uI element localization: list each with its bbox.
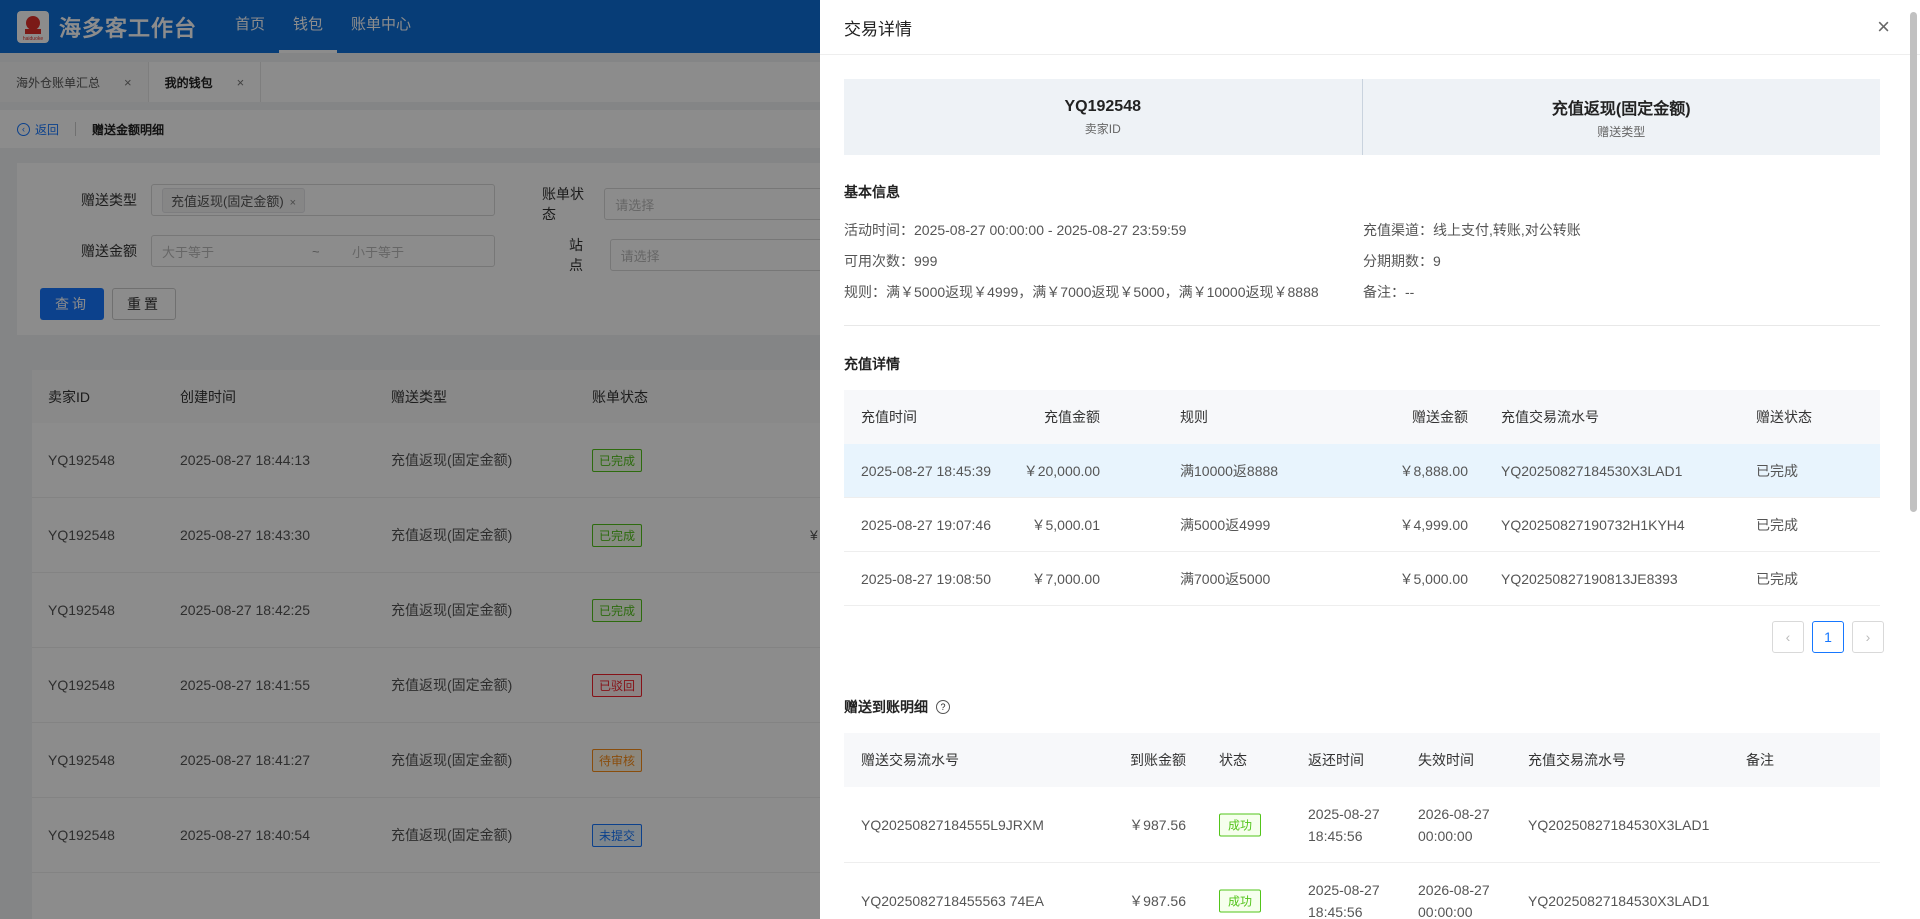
arrival-table-header: 赠送交易流水号 到账金额 状态 返还时间 失效时间 充值交易流水号 备注: [844, 733, 1880, 787]
arrival-amount-cell: ￥987.56: [1129, 816, 1186, 833]
col-remark: 备注: [1746, 752, 1774, 768]
app-root: haiduoke 海多客工作台 首页 钱包 账单中心 海外仓账单汇总 × 我的钱…: [0, 0, 1920, 919]
gift-amount-cell: ￥8,888.00: [1399, 462, 1469, 479]
gift-type-value: 充值返现(固定金额): [1551, 100, 1691, 118]
recharge-row[interactable]: 2025-08-27 18:45:39 ￥20,000.00 满10000返8888…: [844, 444, 1880, 498]
gift-amount-cell: ￥5,000.00: [1399, 570, 1469, 587]
col-recharge-txn: 充值交易流水号: [1501, 409, 1599, 425]
drawer-scrollbar[interactable]: [1910, 12, 1917, 512]
recharge-row[interactable]: 2025-08-27 19:08:50 ￥7,000.00 满7000返5000 ￥5…: [844, 552, 1880, 606]
summary-gift-type: 充值返现(固定金额) 赠送类型: [1361, 79, 1881, 155]
gift-status-cell: 已完成: [1756, 516, 1798, 533]
recharge-amount-cell: ￥7,000.00: [1031, 570, 1101, 587]
col-rule: 规则: [1180, 409, 1208, 425]
arrival-row[interactable]: YQ2025082718455563 74EA ￥987.56 成功 2025-08-…: [844, 863, 1880, 919]
rule-cell: 满5000返4999: [1180, 516, 1271, 533]
gift-type-label: 赠送类型: [1597, 124, 1646, 139]
recharge-txn-cell: YQ20250827190732H1KYH4: [1501, 516, 1685, 533]
col-gift-status: 赠送状态: [1756, 409, 1812, 425]
gift-amount-cell: ￥4,999.00: [1399, 516, 1469, 533]
recharge-detail-title: 充值详情: [844, 356, 900, 372]
summary-seller: YQ192548 卖家ID: [844, 79, 1362, 155]
col-recharge-time: 充值时间: [861, 409, 917, 425]
recharge-txn-cell: YQ20250827190813JE8393: [1501, 570, 1678, 587]
section-divider: [844, 325, 1880, 326]
col-source-txn: 充值交易流水号: [1528, 752, 1626, 768]
source-txn-cell: YQ20250827184530X3LAD1: [1528, 816, 1710, 833]
summary-panel: YQ192548 卖家ID 充值返现(固定金额) 赠送类型: [844, 79, 1880, 155]
col-return-time: 返还时间: [1308, 752, 1364, 768]
rules: 规则：满￥5000返现￥4999，满￥7000返现￥5000，满￥10000返现…: [844, 284, 1319, 300]
basic-info-title: 基本信息: [844, 184, 900, 200]
drawer-title: 交易详情: [844, 19, 912, 39]
pagination: ‹ 1 ›: [1764, 621, 1884, 653]
return-time-cell: 2025-08-27 18:45:56: [1308, 881, 1380, 919]
activity-period: 活动时间：2025-08-27 00:00:00 - 2025-08-27 23…: [844, 222, 1187, 238]
return-time-cell: 2025-08-27 18:45:56: [1308, 805, 1380, 844]
gift-arrival-title: 赠送到账明细 ?: [844, 697, 950, 717]
expire-time-cell: 2026-08-27 00:00:00: [1418, 881, 1490, 919]
drawer-header: 交易详情 ×: [820, 0, 1920, 55]
recharge-table-body: 2025-08-27 18:45:39 ￥20,000.00 满10000返8888…: [844, 444, 1880, 606]
recharge-row[interactable]: 2025-08-27 19:07:46 ￥5,000.01 满5000返4999 ￥4…: [844, 498, 1880, 552]
recharge-channel: 充值渠道：线上支付,转账,对公转账: [1363, 222, 1581, 238]
recharge-txn-cell: YQ20250827184530X3LAD1: [1501, 462, 1683, 479]
col-expire-time: 失效时间: [1418, 752, 1474, 768]
gift-txn-cell: YQ20250827184555L9JRXM: [861, 816, 1044, 833]
arrival-row[interactable]: YQ20250827184555L9JRXM ￥987.56 成功 2025-08-2…: [844, 787, 1880, 863]
recharge-table: 充值时间 充值金额 规则 赠送金额 充值交易流水号 赠送状态 2025-08-2…: [844, 390, 1880, 606]
rule-cell: 满10000返8888: [1180, 462, 1279, 479]
prev-page-button[interactable]: ‹: [1772, 621, 1804, 653]
rule-cell: 满7000返5000: [1180, 570, 1271, 587]
close-icon[interactable]: ×: [1877, 16, 1890, 38]
arrival-table-body: YQ20250827184555L9JRXM ￥987.56 成功 2025-08-2…: [844, 787, 1880, 919]
help-icon[interactable]: ?: [936, 700, 950, 714]
recharge-time-cell: 2025-08-27 19:07:46: [861, 516, 991, 533]
gift-status-cell: 已完成: [1756, 570, 1798, 587]
available-times: 可用次数：999: [844, 253, 938, 269]
installments: 分期期数：9: [1363, 253, 1441, 269]
seller-id-value: YQ192548: [1064, 97, 1141, 115]
expire-time-cell: 2026-08-27 00:00:00: [1418, 805, 1490, 844]
arrival-amount-cell: ￥987.56: [1129, 892, 1186, 909]
gift-arrival-table: 赠送交易流水号 到账金额 状态 返还时间 失效时间 充值交易流水号 备注 YQ2…: [844, 733, 1880, 919]
modal-overlay[interactable]: [0, 0, 820, 919]
recharge-time-cell: 2025-08-27 18:45:39: [861, 462, 991, 479]
transaction-detail-drawer: 交易详情 × YQ192548 卖家ID 充值返现(固定金额) 赠送类型 基本信…: [820, 0, 1920, 919]
recharge-time-cell: 2025-08-27 19:08:50: [861, 570, 991, 587]
gift-status-cell: 已完成: [1756, 462, 1798, 479]
status-badge: 成功: [1219, 813, 1262, 836]
col-status: 状态: [1219, 752, 1247, 768]
gift-txn-cell: YQ2025082718455563 74EA: [861, 892, 1044, 909]
remark: 备注：--: [1363, 284, 1415, 300]
source-txn-cell: YQ20250827184530X3LAD1: [1528, 892, 1710, 909]
next-page-button[interactable]: ›: [1852, 621, 1884, 653]
col-recharge-amount: 充值金额: [1044, 409, 1100, 425]
recharge-table-header: 充值时间 充值金额 规则 赠送金额 充值交易流水号 赠送状态: [844, 390, 1880, 444]
status-badge: 成功: [1219, 889, 1262, 912]
col-arrival-amount: 到账金额: [1130, 752, 1186, 768]
recharge-amount-cell: ￥5,000.01: [1031, 516, 1101, 533]
recharge-amount-cell: ￥20,000.00: [1023, 462, 1100, 479]
page-button-1[interactable]: 1: [1812, 621, 1844, 653]
gift-arrival-title-text: 赠送到账明细: [844, 699, 928, 715]
col-gift-txn: 赠送交易流水号: [861, 752, 959, 768]
col-gift-amount: 赠送金额: [1412, 409, 1468, 425]
seller-id-label: 卖家ID: [1084, 121, 1121, 136]
